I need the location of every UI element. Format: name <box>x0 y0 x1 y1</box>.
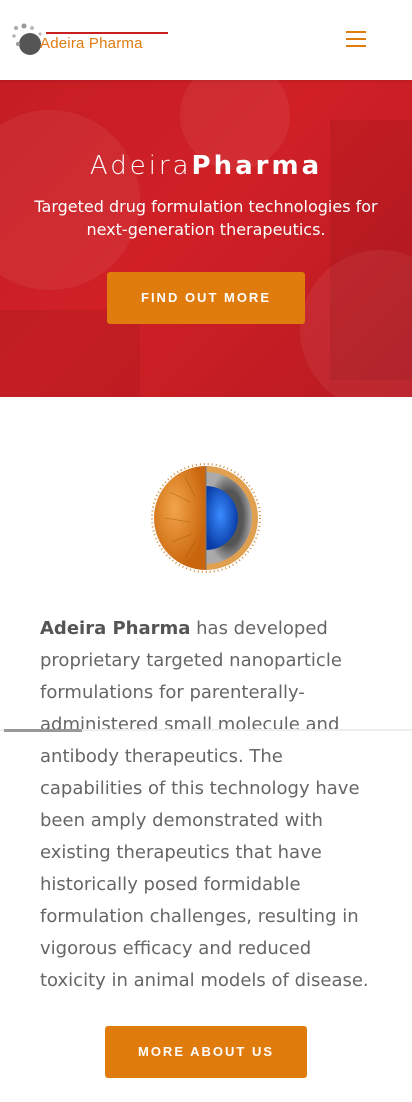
logo-text: Adeira Pharma <box>40 35 143 52</box>
about-paragraph: Adeira Pharma has developed proprietary … <box>40 613 380 997</box>
nanoparticle-illustration <box>151 463 261 573</box>
more-about-us-button[interactable]: MORE ABOUT US <box>105 1026 307 1078</box>
find-out-more-button[interactable]: FIND OUT MORE <box>107 272 305 324</box>
site-header: Adeira Pharma <box>0 0 412 80</box>
hero-title-bold: Pharma <box>191 151 323 181</box>
hero-subtitle: Targeted drug formulation technologies f… <box>34 197 378 239</box>
company-name: Adeira Pharma <box>40 618 191 639</box>
hero-title: AdeiraPharma <box>0 151 412 181</box>
about-paragraph-text: has developed proprietary targeted nanop… <box>40 618 369 991</box>
logo-underline <box>46 32 168 34</box>
hero-title-light: Adeira <box>89 151 192 181</box>
scroll-divider-accent <box>4 729 82 732</box>
hamburger-menu-icon[interactable] <box>346 31 366 47</box>
site-logo[interactable]: Adeira Pharma <box>12 22 172 58</box>
hero-banner: AdeiraPharma Targeted drug formulation t… <box>0 80 412 397</box>
